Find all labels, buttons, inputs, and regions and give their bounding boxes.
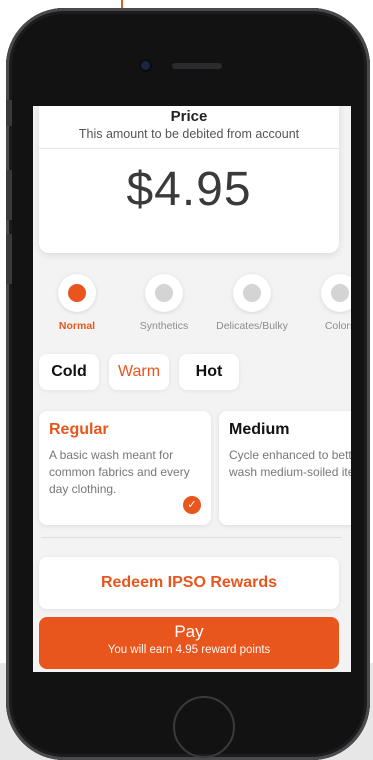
cycle-option-synthetics[interactable]: Synthetics: [119, 274, 209, 332]
price-amount: $4.95: [126, 163, 252, 216]
wash-description: A basic wash meant for common fabrics an…: [49, 448, 190, 496]
redeem-rewards-button[interactable]: Redeem IPSO Rewards: [39, 557, 339, 609]
pay-button[interactable]: Pay You will earn 4.95 reward points: [39, 617, 339, 669]
wash-title: Regular: [49, 421, 109, 438]
cycle-option-colors[interactable]: Colors: [295, 274, 351, 332]
radio-unselected-icon: [145, 274, 183, 312]
cycle-label: Colors: [324, 320, 351, 332]
price-title: Price: [170, 108, 208, 125]
radio-selected-icon: [58, 274, 96, 312]
pay-label: Pay: [174, 622, 204, 641]
cycle-option-delicates[interactable]: Delicates/Bulky: [207, 274, 297, 332]
volume-up-button: [6, 170, 12, 220]
price-subtitle: This amount to be debited from account: [78, 127, 300, 141]
cycle-label: Delicates/Bulky: [216, 320, 288, 332]
radio-unselected-icon: [233, 274, 271, 312]
cycle-label: Normal: [58, 320, 96, 332]
mute-switch: [6, 100, 12, 126]
earpiece-speaker: [172, 63, 222, 69]
front-camera: [141, 61, 150, 70]
wash-title: Medium: [229, 421, 290, 438]
app-screen: Price This amount to be debited from acc…: [33, 106, 351, 672]
divider: [39, 148, 339, 149]
pay-reward-note: You will earn 4.95 reward points: [107, 644, 271, 656]
wash-description: Cycle enhanced to better wash medium-soi…: [229, 448, 351, 479]
home-button[interactable]: [173, 696, 235, 758]
section-divider: [41, 537, 341, 538]
price-card: Price This amount to be debited from acc…: [39, 106, 339, 253]
temp-cold-button[interactable]: Cold: [39, 354, 99, 390]
wash-card-regular[interactable]: Regular A basic wash meant for common fa…: [39, 411, 211, 525]
wash-card-medium[interactable]: Medium Cycle enhanced to better wash med…: [219, 411, 351, 525]
check-icon: ✓: [183, 496, 201, 514]
cycle-option-normal[interactable]: Normal: [33, 274, 122, 332]
cycle-label: Synthetics: [139, 320, 189, 332]
radio-unselected-icon: [321, 274, 351, 312]
volume-down-button: [6, 234, 12, 284]
temp-hot-button[interactable]: Hot: [179, 354, 239, 390]
temp-warm-button[interactable]: Warm: [109, 354, 169, 390]
